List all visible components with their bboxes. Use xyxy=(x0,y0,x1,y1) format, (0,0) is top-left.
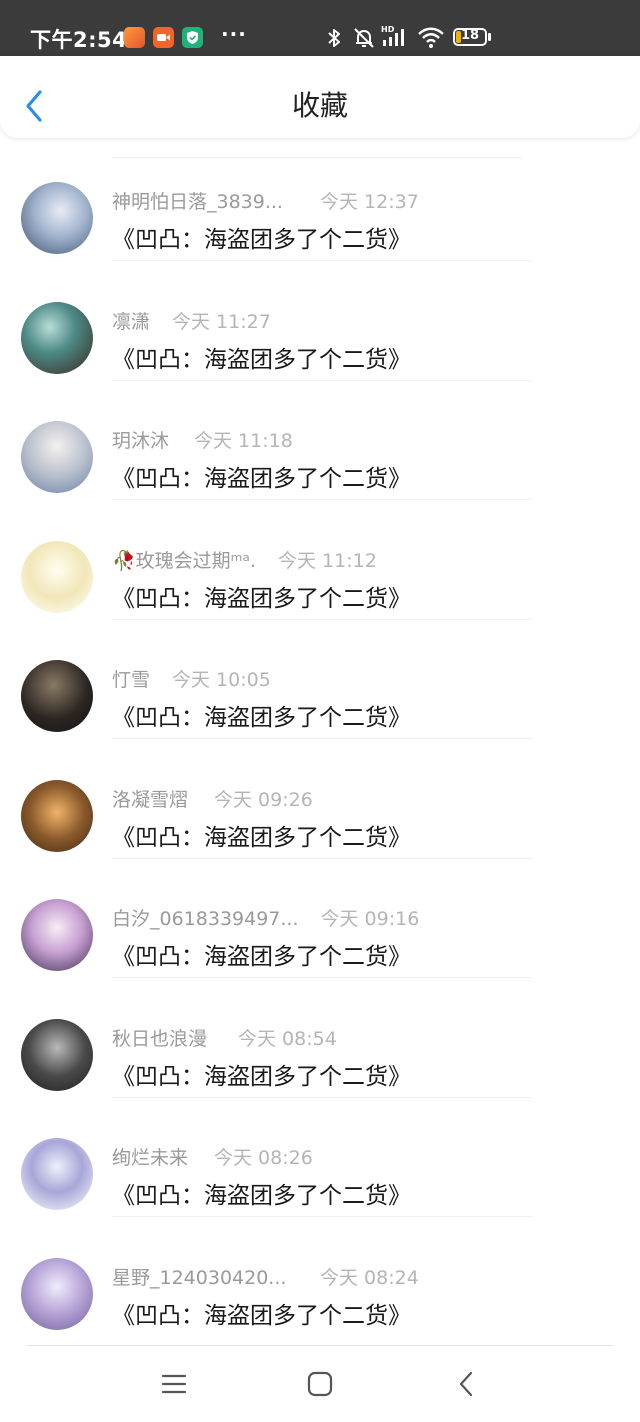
user-name[interactable]: 神明怕日落_3839... xyxy=(112,187,298,214)
favorite-meta: 白汐_0618339497... 今天 09:16 xyxy=(112,904,419,931)
favorite-item[interactable]: 🥀玫瑰会过期ᵐᵃ. 今天 11:12 《凹凸：海盗团多了个二货》 xyxy=(0,499,640,620)
favorite-meta: 🥀玫瑰会过期ᵐᵃ. 今天 11:12 xyxy=(112,546,377,573)
favorite-meta: 秋日也浪漫 今天 08:54 xyxy=(112,1024,337,1051)
favorite-item[interactable]: 洛凝雪熠 今天 09:26 《凹凸：海盗团多了个二货》 xyxy=(0,738,640,859)
more-notifications-icon: ··· xyxy=(221,22,247,46)
back-nav-button[interactable] xyxy=(455,1371,481,1401)
menu-icon xyxy=(161,1374,187,1394)
divider xyxy=(26,1345,614,1346)
status-time: 下午2:54 xyxy=(30,28,128,52)
orange-photo-app-icon xyxy=(124,27,145,48)
green-shield-app-icon xyxy=(182,27,203,48)
favorite-item[interactable]: 神明怕日落_3839... 今天 12:37 《凹凸：海盗团多了个二货》 xyxy=(0,140,640,261)
favorite-time: 今天 08:26 xyxy=(214,1147,313,1169)
favorite-time: 今天 11:12 xyxy=(277,549,377,572)
status-bar: 下午2:54 ··· HD 18 xyxy=(0,0,640,56)
avatar[interactable] xyxy=(21,899,93,971)
favorite-meta: 玥沐沐 今天 11:18 xyxy=(112,426,293,453)
avatar[interactable] xyxy=(21,182,93,254)
favorite-time: 今天 10:05 xyxy=(172,669,271,691)
svg-text:HD: HD xyxy=(381,25,395,34)
user-name[interactable]: 白汐_0618339497... xyxy=(112,904,299,931)
favorite-meta: 神明怕日落_3839... 今天 12:37 xyxy=(112,187,419,214)
favorite-item[interactable]: 忊雪 今天 10:05 《凹凸：海盗团多了个二货》 xyxy=(0,618,640,739)
favorite-meta: 凛潇 今天 11:27 xyxy=(112,307,271,334)
mute-bell-icon xyxy=(352,26,376,54)
user-name[interactable]: 忊雪 xyxy=(112,665,150,692)
avatar[interactable] xyxy=(21,1018,93,1091)
favorite-item[interactable]: 玥沐沐 今天 11:18 《凹凸：海盗团多了个二货》 xyxy=(0,379,640,500)
favorite-title[interactable]: 《凹凸：海盗团多了个二货》 xyxy=(112,459,411,493)
favorite-title[interactable]: 《凹凸：海盗团多了个二货》 xyxy=(112,1176,411,1210)
favorite-time: 今天 11:18 xyxy=(194,430,293,452)
page-title: 收藏 xyxy=(291,89,348,122)
orange-video-app-icon xyxy=(153,27,174,48)
user-name[interactable]: 🥀玫瑰会过期ᵐᵃ. xyxy=(112,546,256,573)
wifi-icon xyxy=(417,27,445,53)
avatar[interactable] xyxy=(21,301,93,374)
favorite-time: 今天 12:37 xyxy=(320,191,419,213)
page-header: 收藏 xyxy=(0,56,640,138)
home-icon xyxy=(307,1371,333,1397)
favorite-meta: 绚烂未来 今天 08:26 xyxy=(112,1143,313,1170)
avatar[interactable] xyxy=(21,1257,93,1330)
favorite-time: 今天 09:16 xyxy=(320,908,420,930)
home-button[interactable] xyxy=(307,1371,333,1401)
back-icon xyxy=(459,1371,473,1397)
navigation-bar xyxy=(0,1345,640,1422)
favorite-title[interactable]: 《凹凸：海盗团多了个二货》 xyxy=(112,698,411,732)
favorite-time: 今天 08:54 xyxy=(238,1027,337,1050)
user-name[interactable]: 玥沐沐 xyxy=(112,426,172,453)
favorite-item[interactable]: 星野_124030420... 今天 08:24 《凹凸：海盗团多了个二货》 xyxy=(0,1216,640,1336)
favorite-item[interactable]: 绚烂未来 今天 08:26 《凹凸：海盗团多了个二货》 xyxy=(0,1096,640,1217)
user-name[interactable]: 凛潇 xyxy=(112,307,150,334)
favorite-meta: 洛凝雪熠 今天 09:26 xyxy=(112,785,313,812)
hd-signal-icon: HD xyxy=(381,24,411,54)
favorite-time: 今天 08:24 xyxy=(320,1266,419,1289)
user-name[interactable]: 星野_124030420... xyxy=(112,1263,298,1290)
battery-icon: 18 xyxy=(453,28,487,46)
favorite-title[interactable]: 《凹凸：海盗团多了个二货》 xyxy=(112,340,411,374)
avatar[interactable] xyxy=(21,779,93,852)
avatar[interactable] xyxy=(21,421,93,493)
favorite-title[interactable]: 《凹凸：海盗团多了个二货》 xyxy=(112,579,411,613)
user-name[interactable]: 秋日也浪漫 xyxy=(112,1024,216,1051)
favorite-title[interactable]: 《凹凸：海盗团多了个二货》 xyxy=(112,937,411,971)
bluetooth-icon xyxy=(326,26,342,54)
favorite-time: 今天 11:27 xyxy=(172,310,271,333)
avatar[interactable] xyxy=(21,540,93,613)
favorite-item[interactable]: 秋日也浪漫 今天 08:54 《凹凸：海盗团多了个二货》 xyxy=(0,977,640,1098)
user-name[interactable]: 洛凝雪熠 xyxy=(112,785,192,812)
favorite-meta: 星野_124030420... 今天 08:24 xyxy=(112,1263,419,1290)
favorite-time: 今天 09:26 xyxy=(214,788,313,811)
user-name[interactable]: 绚烂未来 xyxy=(112,1143,192,1170)
favorite-title[interactable]: 《凹凸：海盗团多了个二货》 xyxy=(112,1057,411,1091)
battery-tip xyxy=(488,33,491,41)
favorite-item[interactable]: 白汐_0618339497... 今天 09:16 《凹凸：海盗团多了个二货》 xyxy=(0,857,640,978)
favorite-title[interactable]: 《凹凸：海盗团多了个二货》 xyxy=(112,220,411,254)
favorite-title[interactable]: 《凹凸：海盗团多了个二货》 xyxy=(112,1296,411,1330)
avatar[interactable] xyxy=(21,1138,93,1210)
favorite-item[interactable]: 凛潇 今天 11:27 《凹凸：海盗团多了个二货》 xyxy=(0,260,640,381)
favorite-meta: 忊雪 今天 10:05 xyxy=(112,665,271,692)
menu-button[interactable] xyxy=(161,1371,187,1401)
battery-percent: 18 xyxy=(460,28,480,43)
favorite-title[interactable]: 《凹凸：海盗团多了个二货》 xyxy=(112,818,411,852)
avatar[interactable] xyxy=(21,660,93,732)
